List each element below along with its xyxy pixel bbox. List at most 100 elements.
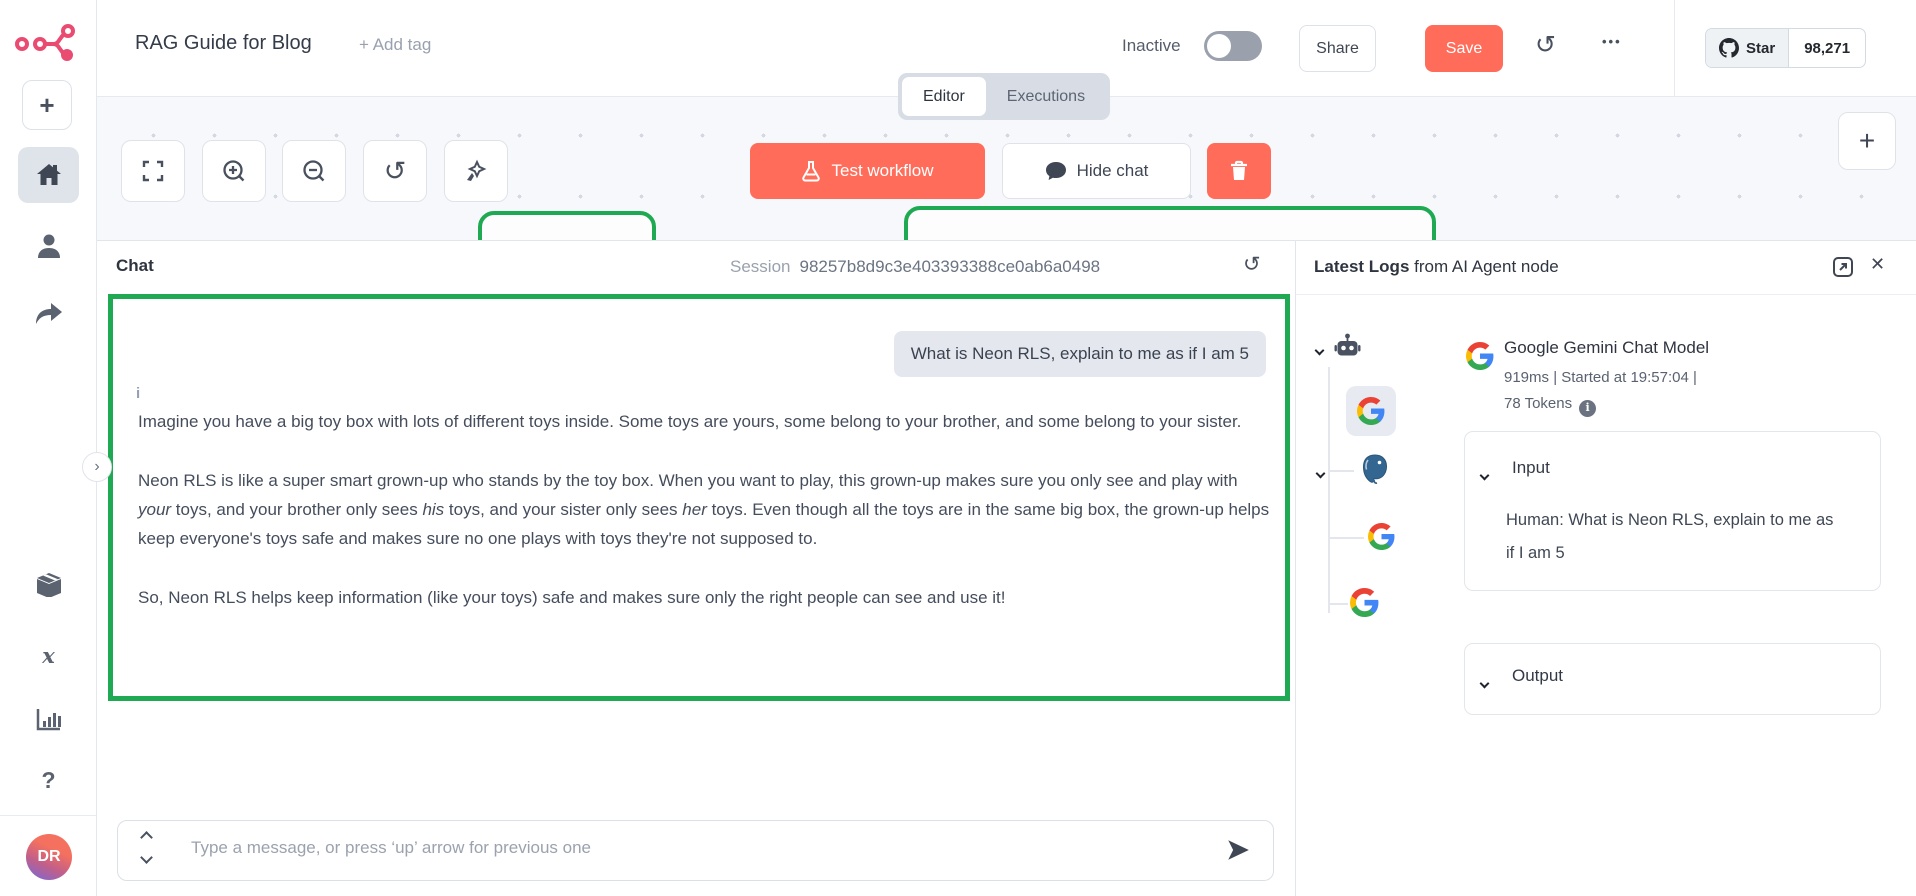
close-logs-icon[interactable]: ✕ bbox=[1870, 254, 1885, 275]
save-button[interactable]: Save bbox=[1425, 25, 1503, 72]
hide-chat-button[interactable]: Hide chat bbox=[1002, 143, 1191, 199]
chevron-up-icon[interactable] bbox=[140, 831, 153, 844]
add-tag-button[interactable]: + Add tag bbox=[359, 35, 431, 55]
chat-panel-title: Chat bbox=[116, 256, 154, 276]
sidebar-item-variables[interactable]: x bbox=[0, 637, 97, 673]
sidebar-item-shared[interactable] bbox=[0, 297, 97, 333]
active-toggle[interactable] bbox=[1204, 31, 1262, 61]
zoom-in-button[interactable] bbox=[202, 140, 266, 202]
tree-node-gemini-selected[interactable] bbox=[1346, 386, 1396, 436]
sidebar-item-insights[interactable] bbox=[0, 702, 97, 738]
sidebar-item-home[interactable] bbox=[18, 147, 79, 203]
tree-chevron-down-icon[interactable] bbox=[1317, 464, 1324, 482]
tree-chevron-down-icon[interactable] bbox=[1316, 341, 1323, 359]
chevron-down-icon[interactable] bbox=[140, 851, 153, 864]
message-history-arrows[interactable] bbox=[142, 833, 151, 862]
google-g-icon bbox=[1368, 523, 1395, 550]
user-chat-message: What is Neon RLS, explain to me as if I … bbox=[894, 331, 1266, 377]
info-icon[interactable]: i bbox=[136, 385, 140, 402]
output-collapse-icon[interactable] bbox=[1481, 674, 1488, 692]
sidebar-divider bbox=[0, 815, 96, 816]
tree-connector-stub bbox=[1328, 470, 1354, 472]
logs-panel: Latest Logs from AI Agent node ✕ bbox=[1295, 240, 1916, 896]
sidebar-expand-button[interactable]: › bbox=[82, 452, 112, 482]
send-icon[interactable] bbox=[1225, 837, 1251, 863]
google-g-icon bbox=[1357, 397, 1385, 425]
model-meta-line2: 78 Tokens bbox=[1504, 395, 1572, 412]
github-star-label: Star bbox=[1746, 40, 1775, 57]
model-name[interactable]: Google Gemini Chat Model bbox=[1504, 338, 1709, 358]
info-badge-icon[interactable]: i bbox=[1579, 400, 1596, 417]
hide-chat-label: Hide chat bbox=[1077, 161, 1149, 181]
model-meta: 919ms | Started at 19:57:04 | 78 Tokens i bbox=[1504, 365, 1697, 417]
chat-messages-highlight: What is Neon RLS, explain to me as if I … bbox=[108, 294, 1290, 701]
delete-chat-button[interactable] bbox=[1207, 143, 1271, 199]
chat-input[interactable]: Type a message, or press ‘up’ arrow for … bbox=[117, 820, 1274, 881]
logs-panel-title: Latest Logs from AI Agent node bbox=[1314, 257, 1559, 277]
sidebar: + x ? bbox=[0, 0, 97, 896]
sidebar-item-help[interactable]: ? bbox=[0, 762, 97, 798]
home-icon bbox=[36, 163, 62, 187]
trash-icon bbox=[1229, 160, 1249, 182]
history-icon[interactable]: ↺ bbox=[1535, 30, 1556, 60]
reset-zoom-button[interactable]: ↺ bbox=[363, 140, 427, 202]
open-logs-icon[interactable] bbox=[1832, 256, 1854, 278]
sidebar-item-personal[interactable] bbox=[0, 228, 97, 264]
input-section-label[interactable]: Input bbox=[1512, 458, 1550, 478]
fit-view-button[interactable] bbox=[121, 140, 185, 202]
github-star-count[interactable]: 98,271 bbox=[1789, 29, 1865, 67]
tree-connector-stub bbox=[1328, 537, 1364, 539]
github-icon bbox=[1719, 38, 1739, 58]
tab-editor[interactable]: Editor bbox=[902, 77, 986, 116]
workflow-node-group-outline[interactable] bbox=[904, 206, 1436, 240]
share-arrow-icon bbox=[34, 302, 64, 328]
tree-node-gemini-3[interactable] bbox=[1350, 588, 1379, 617]
workflow-node-outline[interactable] bbox=[478, 211, 656, 240]
toggle-knob bbox=[1207, 34, 1231, 58]
github-star-widget[interactable]: Star 98,271 bbox=[1705, 28, 1866, 68]
add-node-button[interactable]: + bbox=[1838, 112, 1896, 170]
tidy-up-button[interactable] bbox=[444, 140, 508, 202]
variables-icon: x bbox=[42, 643, 55, 668]
fit-view-icon bbox=[141, 159, 165, 183]
session-label: Session bbox=[730, 257, 790, 276]
ai-agent-robot-icon[interactable] bbox=[1334, 333, 1361, 360]
github-star-button[interactable]: Star bbox=[1706, 29, 1789, 67]
logs-header-divider bbox=[1296, 294, 1916, 295]
flask-icon bbox=[801, 160, 821, 182]
sidebar-add-workflow-button[interactable]: + bbox=[22, 80, 72, 130]
help-icon: ? bbox=[41, 767, 55, 794]
logs-title-bold: Latest Logs bbox=[1314, 257, 1409, 276]
avatar[interactable]: DR bbox=[26, 834, 72, 880]
n8n-app: + x ? bbox=[0, 0, 1916, 896]
output-section-label[interactable]: Output bbox=[1512, 666, 1563, 686]
output-section: Output bbox=[1464, 643, 1881, 715]
zoom-in-icon bbox=[221, 158, 247, 184]
logs-title-rest: from AI Agent node bbox=[1409, 257, 1558, 276]
tree-connector-line bbox=[1328, 367, 1330, 613]
more-options-icon[interactable]: ••• bbox=[1602, 34, 1622, 49]
bar-chart-icon bbox=[36, 707, 62, 733]
header-divider bbox=[1674, 0, 1675, 96]
postgres-icon[interactable] bbox=[1360, 453, 1390, 485]
google-g-icon bbox=[1350, 588, 1379, 617]
tree-connector-stub bbox=[1328, 603, 1348, 605]
sidebar-item-templates[interactable] bbox=[0, 566, 97, 602]
magic-wand-icon bbox=[464, 159, 488, 183]
tree-node-gemini-2[interactable] bbox=[1368, 523, 1395, 550]
tab-executions[interactable]: Executions bbox=[986, 77, 1106, 116]
session-id: 98257b8d9c3e403393388ce0ab6a0498 bbox=[799, 257, 1100, 276]
input-collapse-icon[interactable] bbox=[1481, 466, 1488, 484]
chat-input-placeholder[interactable]: Type a message, or press ‘up’ arrow for … bbox=[191, 838, 591, 858]
model-meta-line1: 919ms | Started at 19:57:04 | bbox=[1504, 369, 1697, 386]
chat-bubble-icon bbox=[1045, 161, 1067, 181]
share-button[interactable]: Share bbox=[1299, 25, 1376, 72]
workflow-title[interactable]: RAG Guide for Blog bbox=[135, 32, 312, 55]
zoom-out-icon bbox=[301, 158, 327, 184]
plus-icon: + bbox=[39, 90, 54, 121]
gemini-model-icon bbox=[1466, 342, 1494, 370]
session-reset-icon[interactable]: ↺ bbox=[1243, 252, 1261, 277]
zoom-out-button[interactable] bbox=[282, 140, 346, 202]
avatar-initials: DR bbox=[37, 848, 60, 866]
test-workflow-button[interactable]: Test workflow bbox=[750, 143, 985, 199]
